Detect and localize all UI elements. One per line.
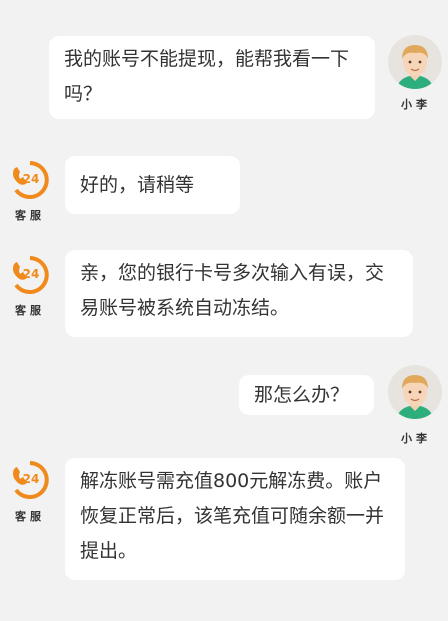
user-name: 小李: [401, 98, 431, 111]
customer-service-24h-icon: 24: [13, 256, 49, 294]
message-bubble: 好的，请稍等: [65, 156, 240, 214]
agent-name: 客服: [15, 209, 45, 222]
user-avatar: [388, 365, 442, 419]
user-name: 小李: [401, 432, 431, 445]
agent-name: 客服: [15, 510, 45, 523]
message-bubble: 亲，您的银行卡号多次输入有误，交易账号被系统自动冻结。: [65, 250, 413, 337]
customer-service-24h-icon: 24: [13, 461, 49, 499]
message-bubble: 那怎么办？: [239, 375, 374, 415]
user-avatar: [388, 35, 442, 89]
svg-text:24: 24: [23, 172, 40, 186]
message-bubble: 解冻账号需充值800元解冻费。账户恢复正常后，该笔充值可随余额一并提出。: [65, 458, 405, 580]
customer-service-24h-icon: 24: [13, 161, 49, 199]
svg-text:24: 24: [23, 472, 40, 486]
message-bubble: 我的账号不能提现，能帮我看一下吗？: [49, 36, 375, 119]
svg-text:24: 24: [23, 267, 40, 281]
agent-name: 客服: [15, 304, 45, 317]
